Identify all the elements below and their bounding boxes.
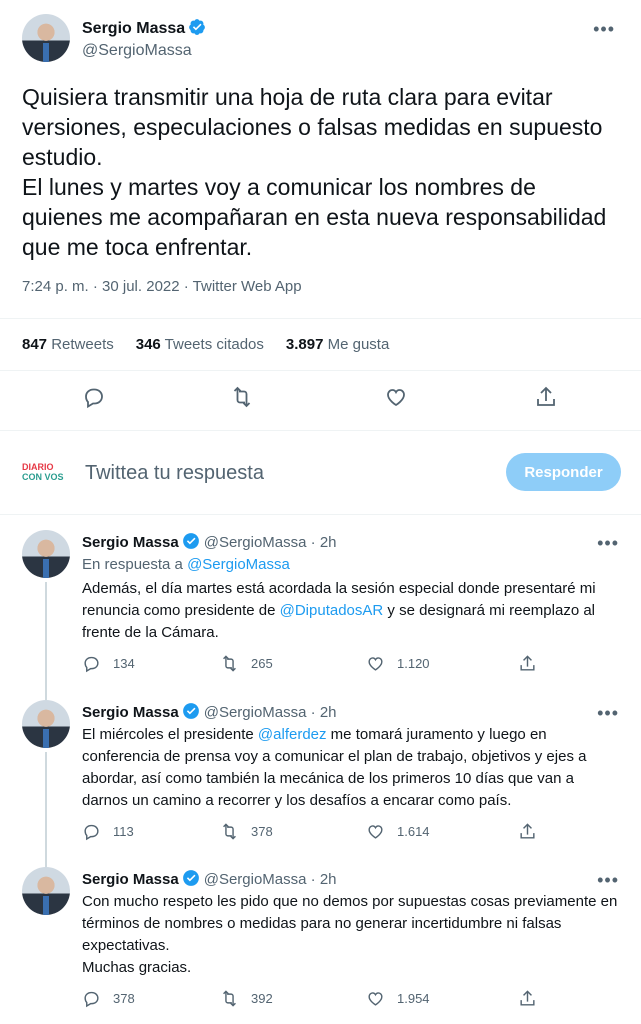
verified-badge-icon — [182, 870, 199, 886]
divider — [0, 430, 641, 431]
more-options-icon[interactable]: ••• — [593, 20, 615, 38]
divider — [0, 514, 641, 515]
like-count: 1.954 — [397, 991, 430, 1006]
tweet-header: Sergio Massa @SergioMassa · 2h — [82, 869, 337, 888]
author-name-text[interactable]: Sergio Massa — [82, 20, 185, 37]
retweet-icon — [223, 990, 236, 1007]
like-icon[interactable] — [384, 385, 408, 409]
avatar[interactable] — [22, 14, 70, 62]
share-icon[interactable] — [534, 385, 558, 409]
share-icon — [520, 823, 535, 839]
reply-icon — [84, 656, 99, 673]
share-action[interactable] — [518, 654, 537, 673]
author-name[interactable]: Sergio Massa — [82, 871, 179, 888]
logo-line: DIARIO — [22, 462, 54, 472]
like-action[interactable]: 1.120 — [366, 654, 430, 673]
retweet-action[interactable]: 378 — [220, 822, 273, 841]
reply-count: 134 — [113, 656, 135, 671]
author-handle[interactable]: @SergioMassa · 2h — [204, 534, 337, 551]
like-icon — [368, 657, 383, 671]
quotes-stat[interactable]: 346 Tweets citados — [136, 336, 264, 353]
author-name[interactable]: Sergio Massa — [82, 18, 206, 38]
mention-link[interactable]: @SergioMassa — [187, 556, 290, 573]
tweet-header: Sergio Massa @SergioMassa · 2h — [82, 532, 337, 551]
reply-count: 113 — [113, 824, 134, 839]
thread-connector — [45, 752, 47, 870]
tweet-actions: 134 265 1.120 — [82, 654, 622, 676]
retweet-count: 378 — [251, 824, 273, 839]
author-name[interactable]: Sergio Massa — [82, 704, 179, 721]
more-options-icon[interactable]: ••• — [597, 871, 619, 889]
retweet-icon — [223, 823, 236, 840]
author-handle[interactable]: @SergioMassa · 2h — [204, 871, 337, 888]
avatar[interactable] — [22, 700, 70, 748]
mention-link[interactable]: @alferdez — [258, 726, 327, 743]
tweet-text: Quisiera transmitir una hoja de ruta cla… — [22, 84, 607, 260]
tweet-header: Sergio Massa @SergioMassa · 2h — [82, 702, 337, 721]
tweet-timestamp[interactable]: 7:24 p. m. · 30 jul. 2022 · Twitter Web … — [22, 278, 302, 295]
like-icon — [368, 992, 383, 1006]
divider — [0, 370, 641, 371]
tweet-actions: 113 378 1.614 — [82, 822, 622, 844]
main-tweet-header: Sergio Massa @SergioMassa ••• — [22, 12, 621, 64]
divider — [0, 318, 641, 319]
verified-badge-icon — [189, 19, 206, 35]
share-action[interactable] — [518, 822, 537, 841]
reply-context: En respuesta a @SergioMassa — [82, 556, 290, 573]
mention-link[interactable]: @DiputadosAR — [280, 602, 384, 619]
user-avatar-logo[interactable]: DIARIO CON VOS — [22, 462, 70, 482]
reply-action[interactable]: 113 — [82, 822, 134, 841]
retweet-count: 265 — [251, 656, 273, 671]
like-count: 1.120 — [397, 656, 430, 671]
tweet-text: Además, el día martes está acordada la s… — [82, 580, 596, 641]
retweet-action[interactable]: 265 — [220, 654, 273, 673]
more-options-icon[interactable]: ••• — [597, 534, 619, 552]
reply-count: 378 — [113, 991, 135, 1006]
tweet-text: Con mucho respeto les pido que no demos … — [82, 893, 618, 976]
more-options-icon[interactable]: ••• — [597, 704, 619, 722]
reply-icon — [84, 991, 99, 1008]
retweets-stat[interactable]: 847 Retweets — [22, 336, 114, 353]
avatar[interactable] — [22, 530, 70, 578]
retweet-icon — [223, 655, 236, 672]
reply-action[interactable]: 134 — [82, 654, 135, 673]
tweet-actions: 378 392 1.954 — [82, 989, 622, 1011]
likes-stat[interactable]: 3.897 Me gusta — [286, 336, 389, 353]
verified-badge-icon — [182, 703, 199, 719]
author-handle[interactable]: @SergioMassa · 2h — [204, 704, 337, 721]
share-action[interactable] — [518, 989, 537, 1008]
like-action[interactable]: 1.614 — [366, 822, 430, 841]
avatar[interactable] — [22, 867, 70, 915]
like-count: 1.614 — [397, 824, 430, 839]
share-icon — [520, 990, 535, 1006]
retweet-action[interactable]: 392 — [220, 989, 273, 1008]
reply-context-label: En respuesta a — [82, 556, 188, 573]
reply-button[interactable]: Responder — [506, 453, 621, 491]
verified-badge-icon — [182, 533, 199, 549]
share-icon — [520, 655, 535, 671]
reply-icon[interactable] — [82, 385, 106, 409]
like-action[interactable]: 1.954 — [366, 989, 430, 1008]
like-icon — [368, 825, 383, 839]
author-handle[interactable]: @SergioMassa — [82, 42, 192, 60]
logo-line: CON VOS — [22, 472, 64, 482]
retweet-icon[interactable] — [230, 385, 254, 409]
reply-icon — [84, 824, 99, 841]
reply-input[interactable]: Twittea tu respuesta — [85, 462, 264, 485]
thread-connector — [45, 582, 47, 700]
main-tweet-actions — [22, 385, 622, 415]
tweet-stats: 847 Retweets 346 Tweets citados 3.897 Me… — [22, 336, 389, 353]
retweet-count: 392 — [251, 991, 273, 1006]
tweet-text: El miércoles el presidente @alferdez me … — [82, 726, 587, 809]
author-name[interactable]: Sergio Massa — [82, 534, 179, 551]
reply-action[interactable]: 378 — [82, 989, 135, 1008]
reply-composer: DIARIO CON VOS Twittea tu respuesta Resp… — [0, 440, 641, 506]
